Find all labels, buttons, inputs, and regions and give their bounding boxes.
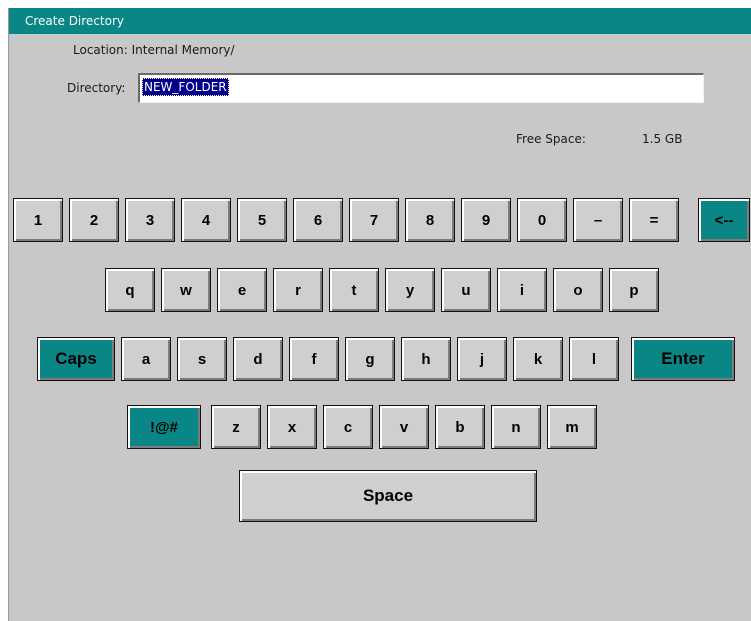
free-space-label: Free Space: <box>516 132 586 146</box>
directory-input[interactable]: NEW_FOLDER <box>138 73 704 103</box>
key-v[interactable]: v <box>379 405 429 449</box>
key-6[interactable]: 6 <box>293 198 343 242</box>
key-g[interactable]: g <box>345 337 395 381</box>
enter-key[interactable]: Enter <box>631 337 735 381</box>
key-equals[interactable]: = <box>629 198 679 242</box>
key-d[interactable]: d <box>233 337 283 381</box>
key-o[interactable]: o <box>553 268 603 312</box>
space-key[interactable]: Space <box>239 470 537 522</box>
key-k[interactable]: k <box>513 337 563 381</box>
directory-input-value: NEW_FOLDER <box>142 78 229 96</box>
key-m[interactable]: m <box>547 405 597 449</box>
key-s[interactable]: s <box>177 337 227 381</box>
key-1[interactable]: 1 <box>13 198 63 242</box>
symbols-key[interactable]: !@# <box>127 405 201 449</box>
key-p[interactable]: p <box>609 268 659 312</box>
free-space-value: 1.5 GB <box>642 132 683 146</box>
caps-key[interactable]: Caps <box>37 337 115 381</box>
key-y[interactable]: y <box>385 268 435 312</box>
key-2[interactable]: 2 <box>69 198 119 242</box>
directory-label: Directory: <box>67 81 126 95</box>
key-x[interactable]: x <box>267 405 317 449</box>
key-u[interactable]: u <box>441 268 491 312</box>
key-i[interactable]: i <box>497 268 547 312</box>
key-c[interactable]: c <box>323 405 373 449</box>
key-a[interactable]: a <box>121 337 171 381</box>
key-q[interactable]: q <box>105 268 155 312</box>
key-w[interactable]: w <box>161 268 211 312</box>
key-t[interactable]: t <box>329 268 379 312</box>
key-8[interactable]: 8 <box>405 198 455 242</box>
title-bar: Create Directory <box>9 8 751 34</box>
key-b[interactable]: b <box>435 405 485 449</box>
key-h[interactable]: h <box>401 337 451 381</box>
key-e[interactable]: e <box>217 268 267 312</box>
backspace-key[interactable]: <-- <box>698 198 750 242</box>
key-3[interactable]: 3 <box>125 198 175 242</box>
key-9[interactable]: 9 <box>461 198 511 242</box>
location-label: Location: Internal Memory/ <box>73 43 235 57</box>
key-n[interactable]: n <box>491 405 541 449</box>
key-z[interactable]: z <box>211 405 261 449</box>
key-l[interactable]: l <box>569 337 619 381</box>
create-directory-window: Create Directory Location: Internal Memo… <box>8 8 751 621</box>
key-0[interactable]: 0 <box>517 198 567 242</box>
key-4[interactable]: 4 <box>181 198 231 242</box>
window-title: Create Directory <box>25 14 124 28</box>
key-j[interactable]: j <box>457 337 507 381</box>
key-f[interactable]: f <box>289 337 339 381</box>
key-r[interactable]: r <box>273 268 323 312</box>
key-7[interactable]: 7 <box>349 198 399 242</box>
key-minus[interactable]: – <box>573 198 623 242</box>
key-5[interactable]: 5 <box>237 198 287 242</box>
